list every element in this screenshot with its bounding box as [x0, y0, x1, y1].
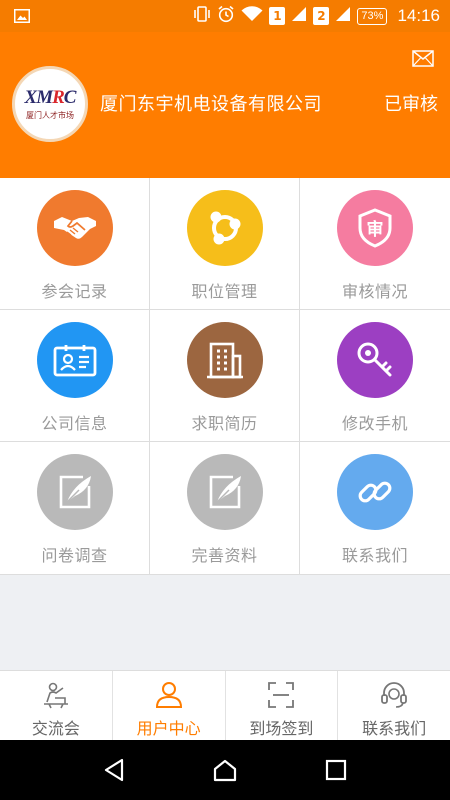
tab-label: 用户中心	[136, 719, 201, 738]
tab-user-center[interactable]: 用户中心	[113, 671, 226, 740]
recents-icon[interactable]	[325, 759, 347, 781]
tab-label: 联系我们	[362, 719, 427, 738]
grid-item-label: 审核情况	[341, 282, 408, 301]
svg-text:审: 审	[367, 219, 384, 240]
id-card-icon	[36, 322, 113, 398]
share-nodes-icon	[186, 190, 263, 266]
profile-header: XMRC 厦门人才市场 厦门东宇机电设备有限公司 已审核	[0, 32, 450, 178]
user-icon	[154, 680, 184, 710]
grid-item-label: 联系我们	[341, 546, 408, 565]
grid-item-position-management[interactable]: 职位管理	[150, 178, 300, 310]
scan-icon	[266, 680, 296, 710]
grid-item-change-phone[interactable]: 修改手机	[300, 310, 450, 442]
grid-item-label: 职位管理	[191, 282, 258, 301]
signal1-icon	[291, 6, 307, 26]
company-name: 厦门东宇机电设备有限公司	[100, 94, 322, 115]
home-icon[interactable]	[212, 758, 238, 782]
sim1-indicator: 1	[269, 7, 286, 25]
wifi-icon	[241, 6, 263, 26]
grid-item-company-info[interactable]: 公司信息	[0, 310, 150, 442]
system-nav-bar	[0, 740, 450, 800]
headset-icon	[379, 680, 409, 710]
audit-status: 已审核	[384, 94, 438, 115]
shield-check-icon: 审	[337, 190, 413, 266]
vibrate-icon	[193, 6, 211, 26]
tab-exchange-meeting[interactable]: 交流会	[0, 671, 113, 740]
status-bar: 1 2 73% 14:16	[0, 0, 450, 32]
grid-item-label: 求职简历	[191, 414, 258, 433]
bottom-tab-bar: 交流会 用户中心 到场签到 联系我们	[0, 670, 450, 740]
back-icon[interactable]	[103, 758, 125, 782]
grid-item-label: 参会记录	[41, 282, 108, 301]
image-notification-icon	[14, 8, 30, 27]
link-icon	[337, 454, 413, 530]
mail-icon[interactable]	[412, 50, 434, 67]
building-icon	[186, 322, 263, 398]
alarm-icon	[217, 5, 235, 27]
grid-item-label: 修改手机	[341, 414, 408, 433]
key-icon	[337, 322, 413, 398]
handshake-icon	[36, 190, 113, 266]
presenter-icon	[41, 680, 71, 710]
clock: 14:16	[397, 6, 440, 25]
function-grid: 参会记录 职位管理 审 审核情况 公司信息 求职简历 修改手机 问卷调查 完善资…	[0, 178, 450, 575]
grid-item-questionnaire[interactable]: 问卷调查	[0, 442, 150, 574]
company-logo: XMRC 厦门人才市场	[12, 66, 88, 142]
grid-item-audit-status[interactable]: 审 审核情况	[300, 178, 450, 310]
grid-item-contact-us[interactable]: 联系我们	[300, 442, 450, 574]
battery-indicator: 73%	[357, 7, 388, 25]
tab-label: 到场签到	[249, 719, 314, 738]
grid-item-job-resumes[interactable]: 求职简历	[150, 310, 300, 442]
edit-feather-icon	[36, 454, 113, 530]
grid-item-label: 公司信息	[41, 414, 108, 433]
grid-item-label: 问卷调查	[41, 546, 108, 565]
sim2-indicator: 2	[313, 7, 330, 25]
grid-item-complete-profile[interactable]: 完善资料	[150, 442, 300, 574]
grid-item-label: 完善资料	[191, 546, 258, 565]
tab-contact-us[interactable]: 联系我们	[338, 671, 450, 740]
tab-check-in[interactable]: 到场签到	[226, 671, 339, 740]
signal2-icon	[335, 6, 351, 26]
tab-label: 交流会	[31, 719, 80, 738]
edit-feather-icon	[186, 454, 263, 530]
grid-item-attendance-record[interactable]: 参会记录	[0, 178, 150, 310]
